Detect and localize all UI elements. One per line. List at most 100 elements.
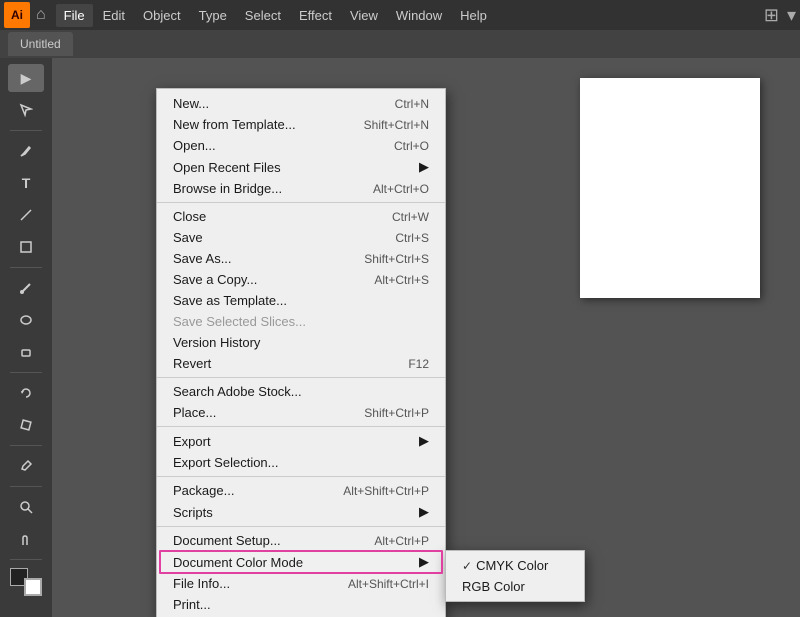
ai-logo: Ai: [4, 2, 30, 28]
menu-new-from-template-shortcut: Shift+Ctrl+N: [324, 118, 429, 132]
menu-scripts-label: Scripts: [173, 505, 213, 520]
menu-export-label: Export: [173, 434, 211, 449]
menu-new-from-template[interactable]: New from Template... Shift+Ctrl+N: [157, 114, 445, 135]
menu-save-shortcut: Ctrl+S: [355, 231, 429, 245]
menu-browse-bridge[interactable]: Browse in Bridge... Alt+Ctrl+O: [157, 178, 445, 199]
menu-open-recent-label: Open Recent Files: [173, 160, 281, 175]
menu-doc-color-mode-container: Document Color Mode ▶ ✓ CMYK Color RGB C…: [157, 551, 445, 573]
menu-save-label: Save: [173, 230, 203, 245]
menu-save-copy-label: Save a Copy...: [173, 272, 257, 287]
menu-object[interactable]: Object: [135, 4, 189, 27]
workspace-icon[interactable]: ⊞: [764, 5, 779, 26]
menu-file[interactable]: File: [56, 4, 93, 27]
menu-open-shortcut: Ctrl+O: [354, 139, 429, 153]
menu-doc-color-mode-arrow: ▶: [399, 554, 429, 570]
tool-rotate[interactable]: [8, 379, 44, 407]
submenu-cmyk-label: CMYK Color: [476, 558, 548, 573]
menu-export-arrow: ▶: [399, 433, 429, 449]
menu-save[interactable]: Save Ctrl+S: [157, 227, 445, 248]
tool-eraser[interactable]: [8, 338, 44, 366]
menu-doc-color-mode[interactable]: Document Color Mode ▶: [157, 551, 445, 573]
submenu-rgb-label: RGB Color: [462, 579, 525, 594]
menu-export[interactable]: Export ▶: [157, 430, 445, 452]
menu-select[interactable]: Select: [237, 4, 289, 27]
menu-save-slices-label: Save Selected Slices...: [173, 314, 306, 329]
tool-shape[interactable]: [8, 233, 44, 261]
tool-direct-select[interactable]: [8, 96, 44, 124]
cmyk-checkmark: ✓: [462, 559, 472, 573]
menu-type[interactable]: Type: [191, 4, 235, 27]
menu-file-info-label: File Info...: [173, 576, 230, 591]
menu-doc-setup[interactable]: Document Setup... Alt+Ctrl+P: [157, 530, 445, 551]
menu-revert-shortcut: F12: [368, 357, 429, 371]
menu-help[interactable]: Help: [452, 4, 495, 27]
tool-transform[interactable]: [8, 411, 44, 439]
menu-scripts[interactable]: Scripts ▶: [157, 501, 445, 523]
menu-place-shortcut: Shift+Ctrl+P: [324, 406, 429, 420]
menu-place[interactable]: Place... Shift+Ctrl+P: [157, 402, 445, 423]
menu-effect[interactable]: Effect: [291, 4, 340, 27]
stroke-color[interactable]: [24, 578, 42, 596]
menu-open-label: Open...: [173, 138, 216, 153]
menu-print[interactable]: Print...: [157, 594, 445, 615]
menu-file-info[interactable]: File Info... Alt+Shift+Ctrl+I: [157, 573, 445, 594]
document-tab[interactable]: Untitled: [8, 32, 73, 56]
menu-close[interactable]: Close Ctrl+W: [157, 206, 445, 227]
menu-open-recent[interactable]: Open Recent Files ▶: [157, 156, 445, 178]
main-area: ▶ T New...: [0, 58, 800, 617]
color-mode-submenu: ✓ CMYK Color RGB Color: [445, 550, 585, 602]
home-button[interactable]: ⌂: [36, 6, 46, 24]
menu-save-slices[interactable]: Save Selected Slices...: [157, 311, 445, 332]
submenu-rgb[interactable]: RGB Color: [446, 576, 584, 597]
separator-1: [157, 202, 445, 203]
menu-version-history[interactable]: Version History: [157, 332, 445, 353]
menu-new-from-template-label: New from Template...: [173, 117, 296, 132]
menu-edit[interactable]: Edit: [95, 4, 133, 27]
menu-doc-setup-label: Document Setup...: [173, 533, 281, 548]
tool-line[interactable]: [8, 201, 44, 229]
menu-search-stock[interactable]: Search Adobe Stock...: [157, 381, 445, 402]
menu-search-stock-label: Search Adobe Stock...: [173, 384, 302, 399]
menu-save-copy-shortcut: Alt+Ctrl+S: [334, 273, 429, 287]
menu-save-as-shortcut: Shift+Ctrl+S: [324, 252, 429, 266]
tool-zoom[interactable]: [8, 493, 44, 521]
separator-5: [157, 526, 445, 527]
tool-paintbrush[interactable]: [8, 274, 44, 302]
tool-pen[interactable]: [8, 137, 44, 165]
dropdown-overlay: New... Ctrl+N New from Template... Shift…: [52, 58, 800, 617]
menu-export-selection-label: Export Selection...: [173, 455, 279, 470]
tool-separator-2: [10, 267, 42, 268]
menu-new[interactable]: New... Ctrl+N: [157, 93, 445, 114]
tool-separator-5: [10, 486, 42, 487]
menu-export-selection[interactable]: Export Selection...: [157, 452, 445, 473]
menu-bar: Ai ⌂ File Edit Object Type Select Effect…: [0, 0, 800, 30]
menu-open[interactable]: Open... Ctrl+O: [157, 135, 445, 156]
menu-save-as[interactable]: Save As... Shift+Ctrl+S: [157, 248, 445, 269]
tool-hand[interactable]: [8, 525, 44, 553]
menu-revert[interactable]: Revert F12: [157, 353, 445, 374]
menu-doc-setup-shortcut: Alt+Ctrl+P: [334, 534, 429, 548]
menu-new-label: New...: [173, 96, 209, 111]
submenu-cmyk[interactable]: ✓ CMYK Color: [446, 555, 584, 576]
menu-save-copy[interactable]: Save a Copy... Alt+Ctrl+S: [157, 269, 445, 290]
menu-view[interactable]: View: [342, 4, 386, 27]
tab-bar: Untitled: [0, 30, 800, 58]
menu-save-template[interactable]: Save as Template...: [157, 290, 445, 311]
toolbar: ▶ T: [0, 58, 52, 617]
menu-bar-right: ⊞ ▾: [764, 5, 796, 26]
tool-eyedropper[interactable]: [8, 452, 44, 480]
menu-close-shortcut: Ctrl+W: [352, 210, 429, 224]
tool-colors[interactable]: [10, 568, 42, 596]
tool-blob-brush[interactable]: [8, 306, 44, 334]
expand-icon[interactable]: ▾: [787, 5, 796, 26]
tool-select[interactable]: ▶: [8, 64, 44, 92]
tool-type[interactable]: T: [8, 169, 44, 197]
menu-browse-bridge-shortcut: Alt+Ctrl+O: [333, 182, 429, 196]
menu-window[interactable]: Window: [388, 4, 450, 27]
tool-separator-1: [10, 130, 42, 131]
menu-open-recent-arrow: ▶: [399, 159, 429, 175]
canvas-area: New... Ctrl+N New from Template... Shift…: [52, 58, 800, 617]
menu-package[interactable]: Package... Alt+Shift+Ctrl+P: [157, 480, 445, 501]
menu-new-shortcut: Ctrl+N: [355, 97, 429, 111]
separator-4: [157, 476, 445, 477]
